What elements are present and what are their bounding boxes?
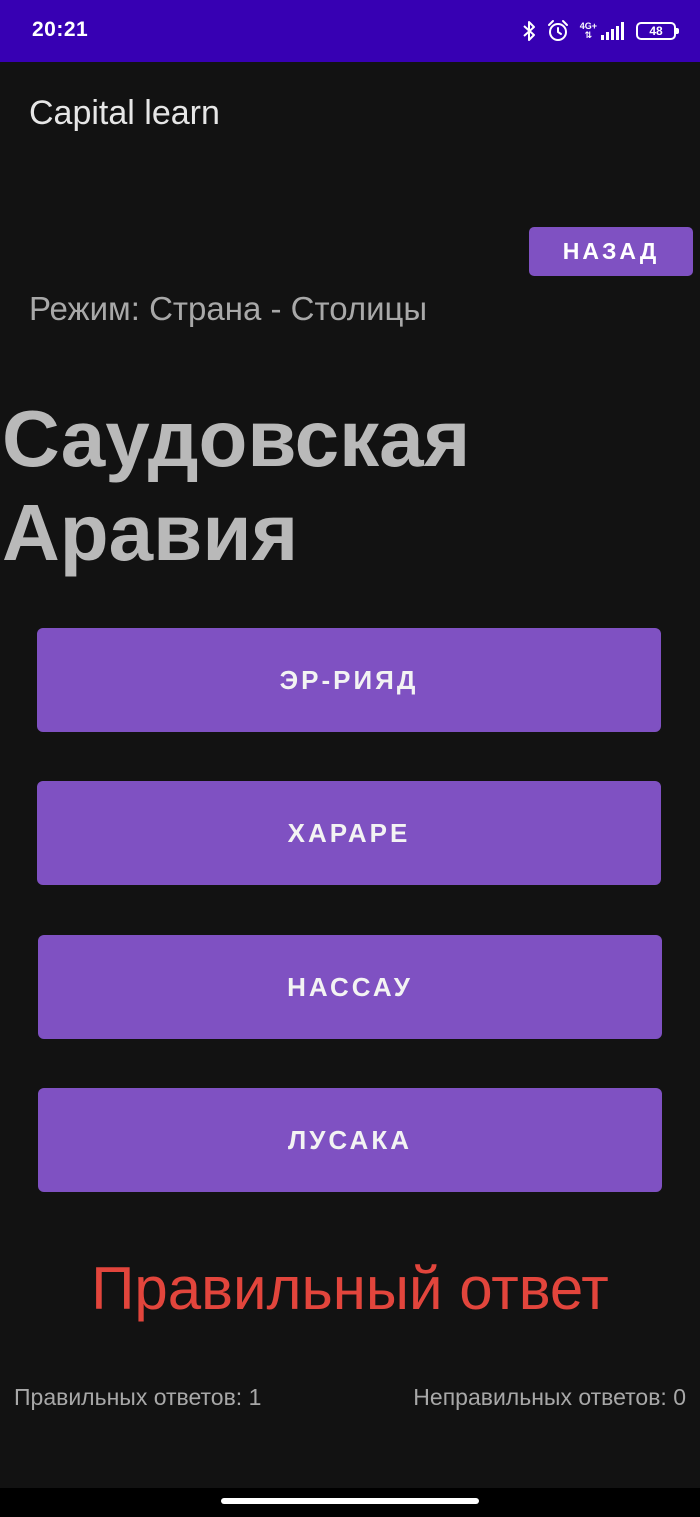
- back-button[interactable]: НАЗАД: [529, 227, 693, 276]
- answer-button-4[interactable]: ЛУСАКА: [38, 1088, 662, 1192]
- bluetooth-icon: [522, 20, 536, 42]
- app-title: Capital learn: [29, 94, 220, 132]
- correct-count: Правильных ответов: 1: [14, 1384, 262, 1410]
- navigation-bar: [0, 1488, 700, 1517]
- wrong-count: Неправильных ответов: 0: [413, 1384, 686, 1410]
- app-screen: 20:21 4G+ ⇅ 48 Capital learn НАЗАД Режим…: [0, 0, 700, 1517]
- result-message: Правильный ответ: [91, 1255, 609, 1322]
- battery-icon: 48: [636, 22, 679, 40]
- status-bar: 20:21 4G+ ⇅ 48: [0, 0, 700, 62]
- answer-button-1[interactable]: ЭР-РИЯД: [37, 628, 661, 732]
- alarm-icon: [546, 19, 570, 43]
- answer-button-3[interactable]: НАССАУ: [38, 935, 662, 1039]
- signal-icon: 4G+ ⇅: [580, 21, 626, 41]
- status-time: 20:21: [32, 18, 89, 41]
- home-indicator[interactable]: [221, 1498, 479, 1504]
- status-icons: 4G+ ⇅ 48: [522, 16, 679, 46]
- answer-button-2[interactable]: ХАРАРЕ: [37, 781, 661, 885]
- country-name: Саудовская Аравия: [2, 394, 471, 577]
- battery-level: 48: [649, 24, 663, 38]
- data-arrows-icon: ⇅: [584, 30, 593, 40]
- mode-label: Режим: Страна - Столицы: [29, 290, 428, 327]
